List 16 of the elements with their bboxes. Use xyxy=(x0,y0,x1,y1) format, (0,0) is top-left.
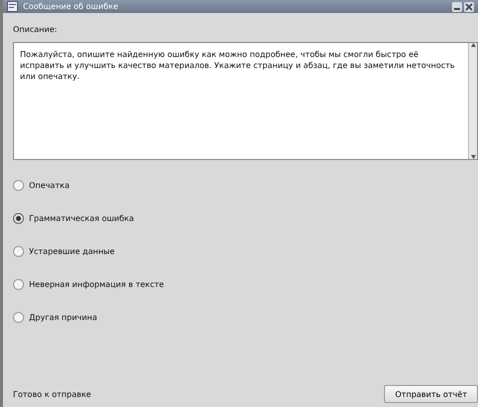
close-icon[interactable] xyxy=(464,2,474,12)
radio-option[interactable]: Другая причина xyxy=(13,312,478,323)
status-text: Готово к отправке xyxy=(13,390,92,398)
send-button[interactable]: Отправить отчёт xyxy=(384,385,478,403)
radio-option[interactable]: Устаревшие данные xyxy=(13,246,478,257)
radio-option[interactable]: Грамматическая ошибка xyxy=(13,213,478,224)
window-title: Сообщение об ошибке xyxy=(23,2,120,11)
radio-option[interactable]: Опечатка xyxy=(13,180,478,191)
scroll-down-icon[interactable] xyxy=(470,155,476,159)
description-label: Описание: xyxy=(13,25,58,34)
radio-option[interactable]: Неверная информация в тексте xyxy=(13,279,478,290)
scrollbar[interactable] xyxy=(468,43,477,159)
description-field[interactable]: Пожалуйста, опишите найденную ошибку как можно подробнее, чтобы мы смогли быстро её исправить и улучшить качество материалов. Укажите страницу и абзац, где вы заметили неточность или опечатку. xyxy=(13,42,478,160)
scroll-up-icon[interactable] xyxy=(470,43,476,47)
window-icon xyxy=(7,1,18,12)
minimize-icon[interactable] xyxy=(452,2,462,12)
